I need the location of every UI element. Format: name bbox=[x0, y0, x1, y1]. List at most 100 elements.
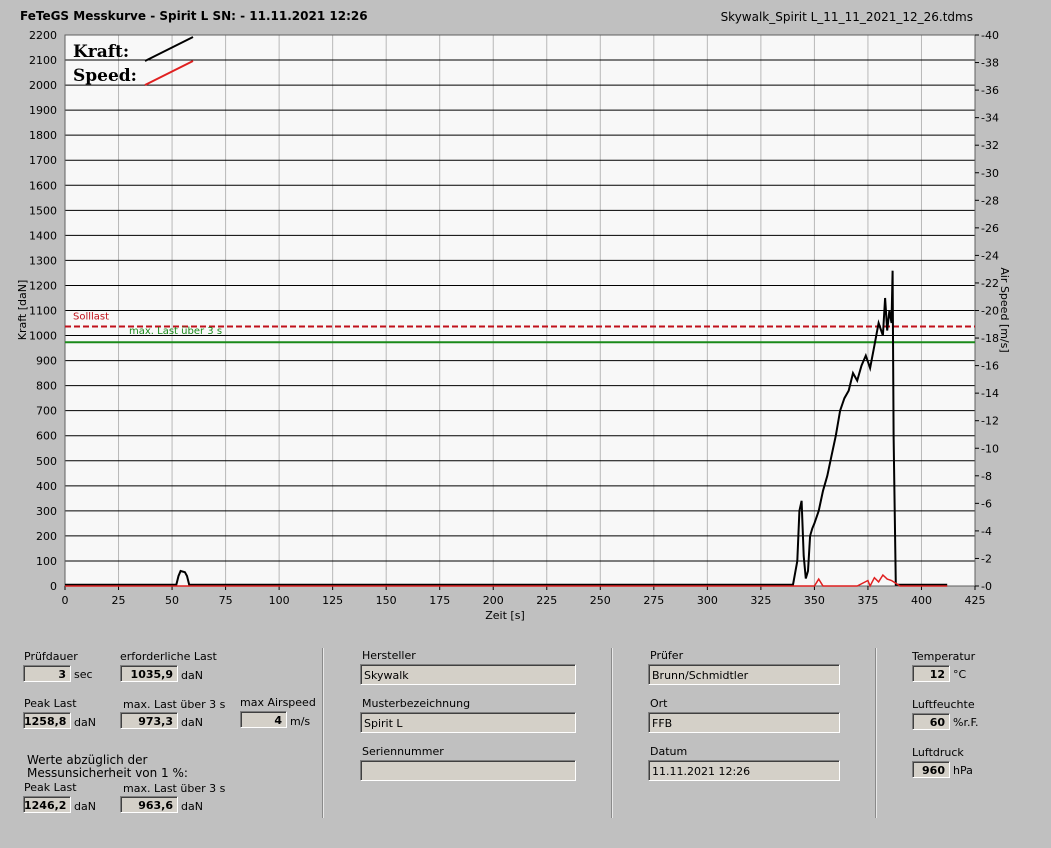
x-tick-label: 175 bbox=[429, 594, 450, 607]
druck-label: Luftdruck bbox=[912, 746, 964, 759]
y-tick-label: 1400 bbox=[29, 229, 57, 242]
muster-label: Musterbezeichnung bbox=[362, 697, 471, 710]
peak-last-corr-label: Peak Last bbox=[24, 781, 77, 794]
x-axis-ticks: 0 25 50 75 100 125 150 175 200 225 250 275 300 325 350… bbox=[62, 586, 986, 607]
x-tick-label: 0 bbox=[62, 594, 69, 607]
serien-field[interactable] bbox=[360, 760, 576, 781]
legend-label: Speed: bbox=[73, 66, 137, 86]
separator bbox=[611, 648, 613, 818]
x-tick-label: 50 bbox=[165, 594, 179, 607]
hersteller-label: Hersteller bbox=[362, 649, 416, 662]
temp-unit: °C bbox=[953, 668, 967, 681]
y2-tick-label: -14 bbox=[981, 387, 999, 400]
x-tick-label: 250 bbox=[590, 594, 611, 607]
y2-tick-label: -40 bbox=[981, 29, 999, 42]
y2-tick-label: -30 bbox=[981, 167, 999, 180]
y-tick-label: 2000 bbox=[29, 79, 57, 92]
erf-last-field[interactable]: 1035,9 bbox=[120, 665, 178, 682]
erf-last-unit: daN bbox=[181, 669, 203, 682]
y2-tick-label: -34 bbox=[981, 112, 999, 125]
y-tick-label: 1900 bbox=[29, 104, 57, 117]
y2-tick-label: -6 bbox=[981, 497, 992, 510]
y-tick-label: 1600 bbox=[29, 179, 57, 192]
y-tick-label: 200 bbox=[36, 530, 57, 543]
temp-field[interactable]: 12 bbox=[912, 665, 950, 682]
erf-last-label: erforderliche Last bbox=[120, 650, 217, 663]
airspeed-field[interactable]: 4 bbox=[240, 711, 287, 728]
y-tick-label: 900 bbox=[36, 355, 57, 368]
x-tick-label: 350 bbox=[804, 594, 825, 607]
max3s-field[interactable]: 973,3 bbox=[120, 712, 178, 729]
y-tick-label: 1200 bbox=[29, 279, 57, 292]
airspeed-label: max Airspeed bbox=[240, 696, 316, 709]
y2-tick-label: -12 bbox=[981, 415, 999, 428]
y2-tick-label: -24 bbox=[981, 249, 999, 262]
separator bbox=[875, 648, 877, 818]
reference-label: max. Last über 3 s bbox=[129, 326, 222, 337]
x-tick-label: 400 bbox=[911, 594, 932, 607]
y2-axis-ticks: -0 -2 -4 -6 -8 -10 -12 -14 -16 -18 -20 -22 -24 -26 -28… bbox=[975, 29, 999, 593]
y-tick-label: 400 bbox=[36, 480, 57, 493]
druck-unit: hPa bbox=[953, 764, 973, 777]
ort-field[interactable]: FFB bbox=[648, 712, 840, 733]
airspeed-unit: m/s bbox=[290, 715, 311, 728]
muster-field[interactable]: Spirit L bbox=[360, 712, 576, 733]
peak-last-corr-field[interactable]: 1246,2 bbox=[23, 796, 71, 813]
y2-tick-label: -36 bbox=[981, 84, 999, 97]
x-tick-label: 75 bbox=[219, 594, 233, 607]
y-axis-ticks: 0 100 200 300 400 500 600 700 800 900 1000 1100 1200… bbox=[29, 29, 57, 593]
peak-last-field[interactable]: 1258,8 bbox=[23, 712, 71, 729]
pruefdauer-label: Prüfdauer bbox=[24, 650, 78, 663]
y2-tick-label: -0 bbox=[981, 580, 992, 593]
y-tick-label: 1800 bbox=[29, 129, 57, 142]
x-tick-label: 100 bbox=[269, 594, 290, 607]
measurement-chart: 0 25 50 75 100 125 150 175 200 225 250 275 300 325 350… bbox=[16, 29, 1011, 622]
x-tick-label: 325 bbox=[750, 594, 771, 607]
separator bbox=[322, 648, 324, 818]
reference-label: Solllast bbox=[73, 312, 109, 323]
y-tick-label: 0 bbox=[50, 580, 57, 593]
y-tick-label: 100 bbox=[36, 555, 57, 568]
max3s-corr-unit: daN bbox=[181, 800, 203, 813]
max3s-corr-label: max. Last über 3 s bbox=[123, 782, 226, 795]
y-tick-label: 500 bbox=[36, 455, 57, 468]
y2-tick-label: -32 bbox=[981, 139, 999, 152]
pruefdauer-unit: sec bbox=[74, 668, 93, 681]
max3s-corr-field[interactable]: 963,6 bbox=[120, 796, 178, 813]
datum-field[interactable]: 11.11.2021 12:26 bbox=[648, 760, 840, 781]
x-tick-label: 150 bbox=[376, 594, 397, 607]
y2-tick-label: -38 bbox=[981, 57, 999, 70]
y-tick-label: 1700 bbox=[29, 154, 57, 167]
y-tick-label: 800 bbox=[36, 380, 57, 393]
x-tick-label: 25 bbox=[112, 594, 126, 607]
datum-label: Datum bbox=[650, 745, 688, 758]
y2-tick-label: -4 bbox=[981, 525, 992, 538]
y-tick-label: 1100 bbox=[29, 305, 57, 318]
feuchte-field[interactable]: 60 bbox=[912, 713, 950, 730]
pruefer-field[interactable]: Brunn/Schmidtler bbox=[648, 664, 840, 685]
y-tick-label: 700 bbox=[36, 405, 57, 418]
x-axis-label: Zeit [s] bbox=[485, 609, 524, 622]
y2-tick-label: -8 bbox=[981, 470, 992, 483]
y-tick-label: 1500 bbox=[29, 204, 57, 217]
x-tick-label: 425 bbox=[965, 594, 986, 607]
x-tick-label: 125 bbox=[322, 594, 343, 607]
y-axis-label: Kraft [daN] bbox=[16, 280, 29, 341]
x-tick-label: 225 bbox=[536, 594, 557, 607]
x-tick-label: 300 bbox=[697, 594, 718, 607]
hersteller-field[interactable]: Skywalk bbox=[360, 664, 576, 685]
peak-last-unit: daN bbox=[74, 716, 96, 729]
pruefdauer-field[interactable]: 3 bbox=[23, 665, 71, 682]
serien-label: Seriennummer bbox=[362, 745, 444, 758]
y2-tick-label: -18 bbox=[981, 332, 999, 345]
y-tick-label: 1000 bbox=[29, 330, 57, 343]
y2-tick-label: -2 bbox=[981, 552, 992, 565]
druck-field[interactable]: 960 bbox=[912, 761, 950, 778]
y2-tick-label: -28 bbox=[981, 194, 999, 207]
temp-label: Temperatur bbox=[912, 650, 976, 663]
legend-label: Kraft: bbox=[73, 42, 129, 62]
feuchte-unit: %r.F. bbox=[953, 716, 979, 729]
feuchte-label: Luftfeuchte bbox=[912, 698, 975, 711]
y-tick-label: 600 bbox=[36, 430, 57, 443]
y2-tick-label: -10 bbox=[981, 442, 999, 455]
